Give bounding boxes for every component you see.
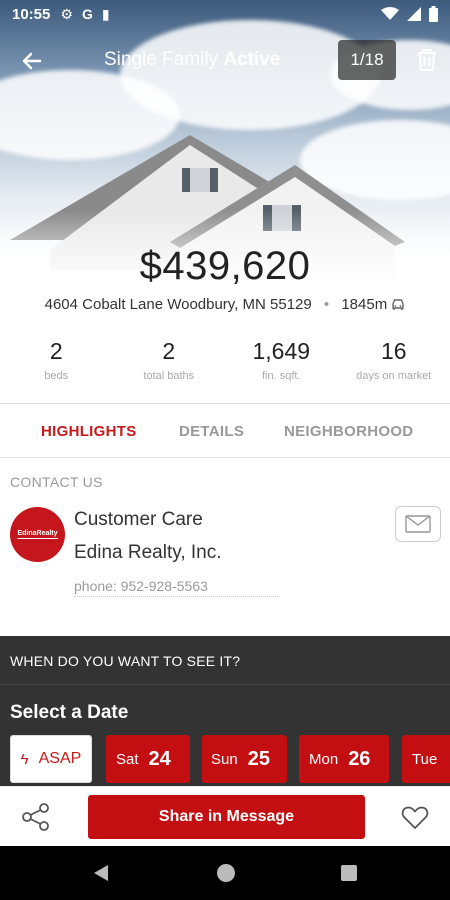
listing-status: Active (223, 49, 281, 70)
date-option-sat[interactable]: Sat 24 (106, 735, 190, 783)
stat-label: days on market (356, 370, 432, 382)
stat-label: total baths (143, 370, 195, 382)
address-row: 4604 Cobalt Lane Woodbury, MN 55129 • 18… (0, 296, 450, 313)
date-day: Tue (412, 750, 438, 768)
heart-icon (401, 806, 429, 829)
stat-value: 16 (380, 338, 407, 364)
wifi-icon (381, 7, 399, 20)
contact-company: Edina Realty, Inc. (74, 542, 222, 563)
date-num: 26 (348, 747, 371, 770)
email-button[interactable] (395, 506, 441, 542)
battery-icon (429, 6, 438, 22)
date-num: 25 (247, 747, 270, 770)
contact-section: CONTACT US EdinaRealty Customer Care Edi… (0, 458, 450, 636)
tab-details[interactable]: DETAILS (179, 423, 244, 440)
photo-counter[interactable]: 1/18 (338, 40, 396, 80)
signal-icon (407, 7, 421, 21)
stat-value: 2 (162, 338, 176, 364)
date-option-tue[interactable]: Tue (402, 735, 450, 783)
contact-phone[interactable]: phone: 952-928-5563 (74, 578, 280, 597)
asap-button[interactable]: ϟ ASAP (10, 735, 92, 783)
tab-highlights[interactable]: HIGHLIGHTS (41, 423, 137, 440)
contact-name: Customer Care (74, 509, 203, 530)
date-picker: ϟ ASAP Sat 24 Sun 25 Mon 26 Tue (10, 735, 450, 783)
status-bar: 10:55 ⚙ G ▮ (0, 0, 450, 28)
stat-days-on-market: 16 days on market (338, 336, 450, 396)
divider (0, 684, 450, 685)
date-day: Sat (116, 750, 139, 768)
select-date-label: Select a Date (10, 702, 129, 723)
back-button[interactable] (18, 46, 48, 76)
logo-text: EdinaRealty (17, 530, 58, 539)
stat-label: fin. sqft. (261, 370, 301, 382)
page-title: Single Family Active (104, 49, 280, 71)
android-nav-bar (0, 846, 450, 900)
tab-bar: HIGHLIGHTS DETAILS NEIGHBORHOOD (0, 403, 450, 458)
trash-icon (418, 49, 436, 71)
separator-dot: • (323, 296, 330, 313)
arrow-left-icon (22, 52, 42, 70)
delete-button[interactable] (414, 47, 440, 73)
tab-neighborhood[interactable]: NEIGHBORHOOD (284, 423, 413, 440)
stat-label: beds (44, 370, 69, 382)
listing-price: $439,620 (139, 244, 311, 288)
share-icon (22, 803, 49, 831)
schedule-section: WHEN DO YOU WANT TO SEE IT? Select a Dat… (0, 636, 450, 786)
schedule-question: WHEN DO YOU WANT TO SEE IT? (10, 653, 241, 669)
stat-baths: 2 total baths (113, 336, 226, 396)
drive-time: 1845m (341, 296, 388, 313)
stat-sqft: 1,649 fin. sqft. (225, 336, 338, 396)
car-icon (392, 299, 405, 310)
date-num: 24 (148, 747, 171, 770)
stats-row: 2 beds 2 total baths 1,649 fin. sqft. 16… (0, 336, 450, 396)
share-in-message-button[interactable]: Share in Message (88, 795, 365, 839)
top-bar: Single Family Active 1/18 (0, 38, 450, 82)
date-day: Mon (309, 750, 339, 768)
asap-label: ASAP (38, 750, 82, 767)
lightning-icon: ϟ (20, 750, 29, 768)
date-option-mon[interactable]: Mon 26 (299, 735, 389, 783)
google-icon: G (81, 6, 93, 22)
status-time: 10:55 (12, 5, 51, 23)
edina-realty-logo: EdinaRealty (10, 507, 65, 562)
nav-back-icon[interactable] (92, 864, 110, 882)
envelope-icon (405, 515, 431, 533)
date-option-sun[interactable]: Sun 25 (202, 735, 287, 783)
property-type: Single Family (104, 49, 219, 70)
listing-address: 4604 Cobalt Lane Woodbury, MN 55129 (44, 296, 312, 313)
contact-section-title: CONTACT US (10, 474, 103, 490)
clipboard-icon: ▮ (101, 5, 110, 22)
bottom-action-bar: Share in Message (0, 786, 450, 846)
settings-icon: ⚙ (60, 5, 73, 22)
share-button[interactable] (20, 801, 52, 833)
favorite-button[interactable] (400, 802, 430, 832)
stat-value: 2 (49, 338, 63, 364)
nav-recents-icon[interactable] (341, 865, 357, 881)
stat-value: 1,649 (252, 338, 311, 364)
date-day: Sun (211, 750, 238, 768)
nav-home-icon[interactable] (217, 864, 235, 882)
stat-beds: 2 beds (0, 336, 113, 396)
